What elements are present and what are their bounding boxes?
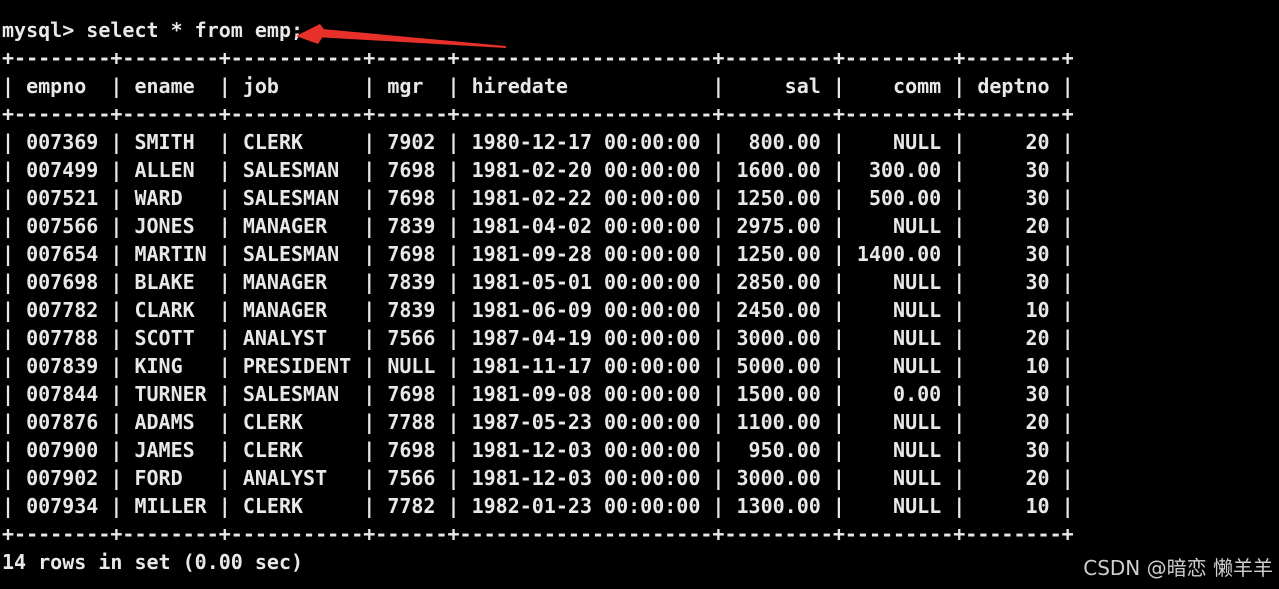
prompt: mysql> [2,18,87,42]
result-summary: 14 rows in set (0.00 sec) [2,550,304,574]
table-row: | 007839 | KING | PRESIDENT | NULL | 198… [2,354,1074,378]
table-row: | 007934 | MILLER | CLERK | 7782 | 1982-… [2,494,1074,518]
table-border: +--------+--------+-----------+------+--… [2,522,1074,546]
table-row: | 007782 | CLARK | MANAGER | 7839 | 1981… [2,298,1074,322]
result-table: +--------+--------+-----------+------+--… [2,44,1074,548]
table-row: | 007844 | TURNER | SALESMAN | 7698 | 19… [2,382,1074,406]
table-row: | 007788 | SCOTT | ANALYST | 7566 | 1987… [2,326,1074,350]
table-row: | 007900 | JAMES | CLERK | 7698 | 1981-1… [2,438,1074,462]
table-header-row: | empno | ename | job | mgr | hiredate |… [2,74,1074,98]
table-row: | 007566 | JONES | MANAGER | 7839 | 1981… [2,214,1074,238]
table-row: | 007521 | WARD | SALESMAN | 7698 | 1981… [2,186,1074,210]
table-row: | 007654 | MARTIN | SALESMAN | 7698 | 19… [2,242,1074,266]
terminal-output[interactable]: mysql> select * from emp; +--------+----… [2,16,1074,576]
command-text: select * from emp; [86,18,304,42]
table-border: +--------+--------+-----------+------+--… [2,102,1074,126]
table-row: | 007499 | ALLEN | SALESMAN | 7698 | 198… [2,158,1074,182]
table-border: +--------+--------+-----------+------+--… [2,46,1074,70]
command-line: mysql> select * from emp; [2,16,1074,44]
table-row: | 007369 | SMITH | CLERK | 7902 | 1980-1… [2,130,1074,154]
table-row: | 007698 | BLAKE | MANAGER | 7839 | 1981… [2,270,1074,294]
red-arrow-annotation [296,24,506,48]
table-row: | 007902 | FORD | ANALYST | 7566 | 1981-… [2,466,1074,490]
csdn-watermark: CSDN @暗恋 懒羊羊 [1083,556,1273,580]
table-row: | 007876 | ADAMS | CLERK | 7788 | 1987-0… [2,410,1074,434]
